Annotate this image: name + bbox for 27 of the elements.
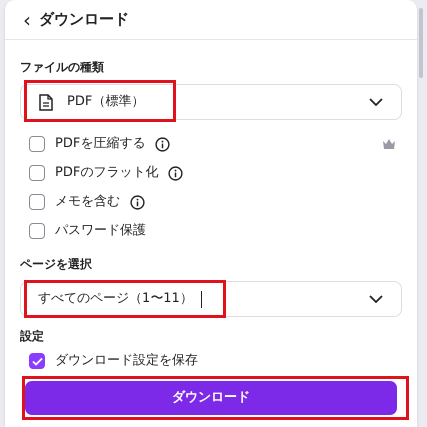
back-button[interactable]: ‹ bbox=[23, 10, 31, 30]
option-label: ダウンロード設定を保存 bbox=[55, 352, 198, 370]
download-button[interactable]: ダウンロード bbox=[25, 381, 397, 415]
info-icon[interactable] bbox=[155, 136, 170, 152]
section-label: ファイルの種類 bbox=[20, 59, 105, 76]
chevron-down-icon bbox=[369, 295, 383, 303]
section-label: ページを選択 bbox=[20, 256, 93, 273]
page-select-dropdown[interactable]: すべてのページ（1〜11） bbox=[20, 281, 402, 317]
checkbox[interactable] bbox=[29, 194, 45, 210]
dropdown-value: PDF（標準） bbox=[67, 93, 146, 112]
option-label: パスワード保護 bbox=[55, 222, 146, 240]
checkbox[interactable] bbox=[29, 136, 45, 152]
document-icon bbox=[39, 94, 53, 110]
dropdown-value: すべてのページ（1〜11） bbox=[38, 290, 193, 308]
checkbox[interactable] bbox=[29, 353, 45, 369]
checkbox[interactable] bbox=[29, 165, 45, 181]
option-label: PDFのフラット化 bbox=[55, 164, 158, 182]
option-label: PDFを圧縮する bbox=[55, 135, 146, 154]
check-icon bbox=[32, 356, 42, 366]
section-label: 設定 bbox=[20, 328, 45, 345]
chevron-down-icon bbox=[369, 98, 383, 106]
checkbox[interactable] bbox=[29, 223, 45, 239]
info-icon[interactable] bbox=[130, 194, 145, 210]
file-type-dropdown[interactable]: PDF（標準） bbox=[20, 84, 402, 120]
panel-title: ダウンロード bbox=[39, 9, 129, 30]
info-icon[interactable] bbox=[168, 166, 184, 180]
option-label: メモを含む bbox=[55, 193, 120, 212]
